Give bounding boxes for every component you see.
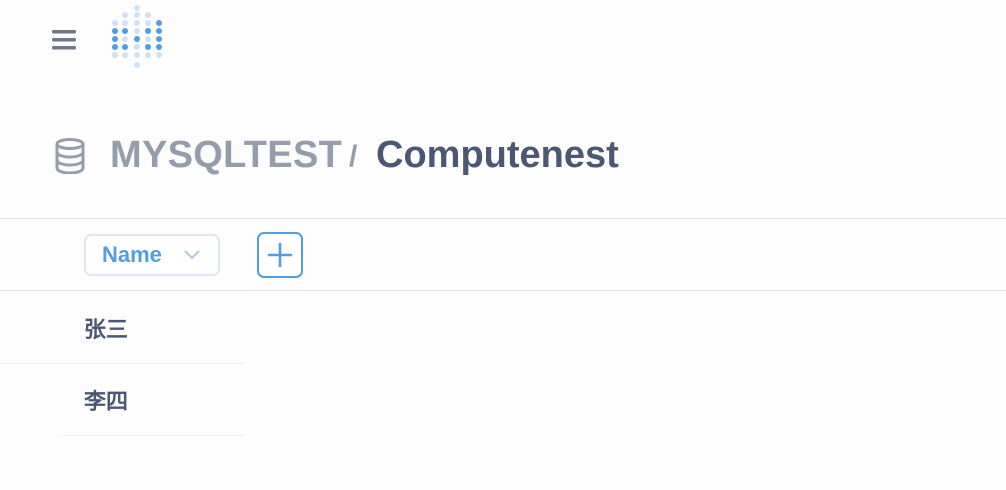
column-select[interactable]: Name — [84, 234, 220, 276]
column-select-label: Name — [102, 242, 162, 267]
breadcrumb-database[interactable]: MYSQLTEST — [110, 130, 342, 180]
breadcrumb-separator: / — [349, 140, 358, 173]
top-bar — [0, 0, 1006, 80]
plus-icon — [267, 242, 293, 268]
metabase-logo-icon[interactable] — [108, 5, 166, 73]
table-row[interactable]: 张三 — [0, 292, 244, 364]
hamburger-icon — [52, 30, 76, 50]
chevron-down-icon — [184, 250, 200, 260]
cell-name: 李四 — [84, 390, 129, 415]
database-icon — [55, 138, 85, 174]
add-column-button[interactable] — [257, 232, 303, 278]
cell-name: 张三 — [84, 318, 129, 343]
row-divider — [62, 435, 244, 436]
divider — [0, 218, 1006, 219]
divider — [0, 290, 1006, 291]
page-title: Computenest — [376, 134, 619, 176]
table-row[interactable]: 李四 — [0, 364, 244, 436]
menu-button[interactable] — [48, 24, 80, 56]
